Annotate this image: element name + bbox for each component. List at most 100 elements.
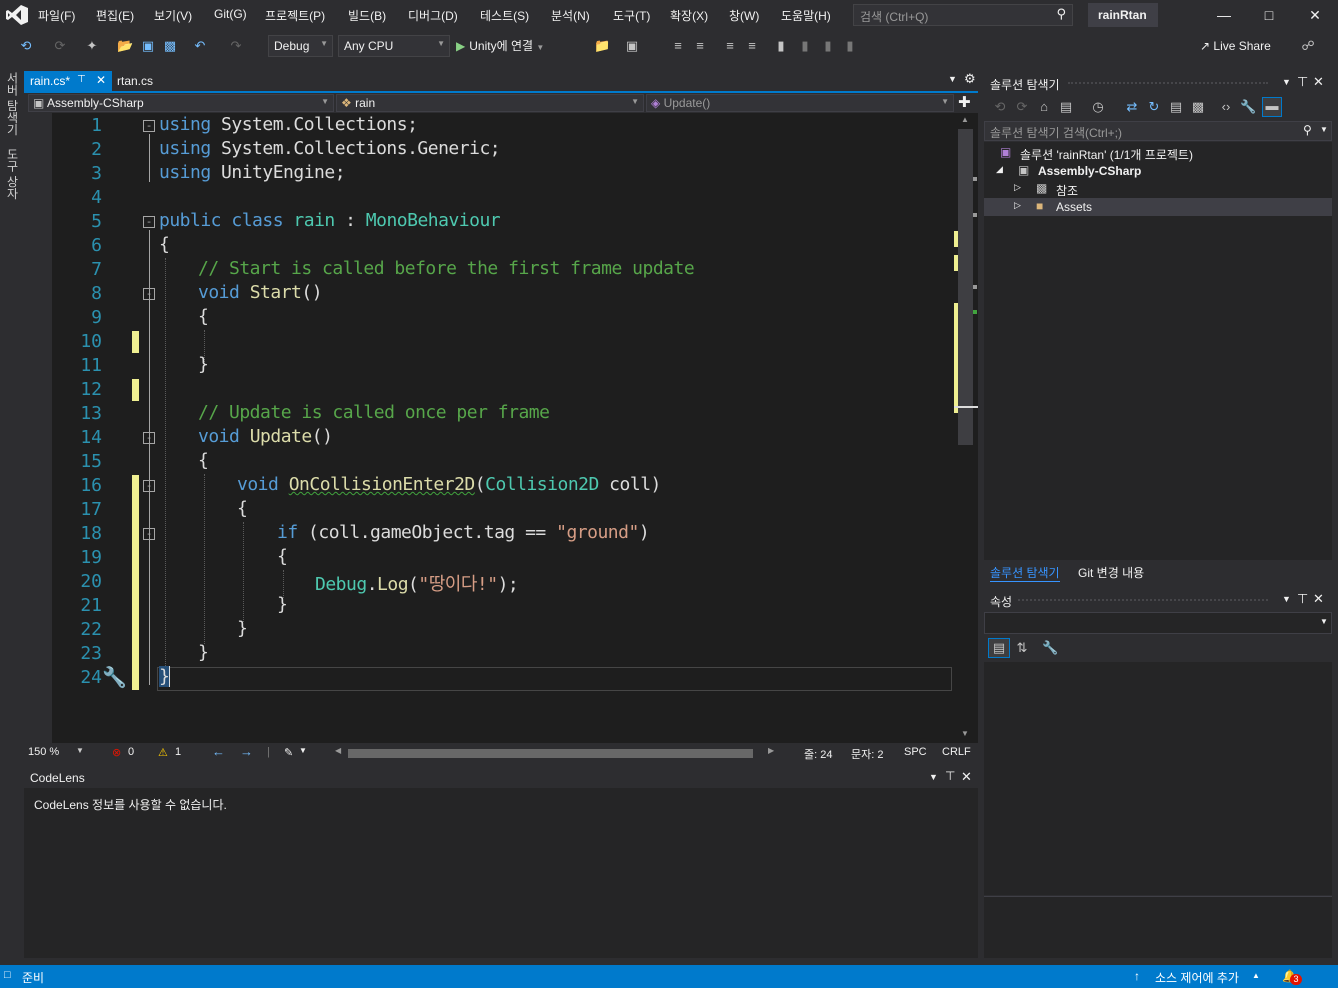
close-tab-icon[interactable]: ✕ xyxy=(96,73,106,87)
menu-project[interactable]: 프로젝트(P) xyxy=(265,7,325,24)
quick-actions-screwdriver-icon[interactable]: 🔧 xyxy=(102,665,127,690)
scroll-right-icon[interactable]: ▶ xyxy=(768,746,774,755)
panel-menu-icon[interactable]: ▼ xyxy=(929,772,938,782)
close-icon[interactable]: ✕ xyxy=(1305,6,1325,24)
pin-icon[interactable]: ⊤ xyxy=(945,769,955,783)
collapse-icon[interactable]: - xyxy=(143,216,155,228)
error-count[interactable]: 0 xyxy=(128,746,134,758)
code-editor[interactable] xyxy=(24,113,954,743)
save-icon[interactable]: ▣ xyxy=(140,38,156,54)
horizontal-scrollbar-thumb[interactable] xyxy=(348,749,753,758)
forward-icon[interactable]: ⟳ xyxy=(52,38,68,54)
error-icon[interactable]: ⊗ xyxy=(112,746,121,759)
menu-test[interactable]: 테스트(S) xyxy=(480,7,529,24)
collapse-all-icon[interactable]: ▤ xyxy=(1168,99,1184,115)
show-all-files-icon[interactable]: ▩ xyxy=(1190,99,1206,115)
format-icon[interactable]: ≡ xyxy=(692,38,708,54)
new-project-icon[interactable]: ✦ xyxy=(84,38,100,54)
split-editor-icon[interactable]: ✚ xyxy=(958,93,971,111)
collapse-icon[interactable]: - xyxy=(143,120,155,132)
alphabetical-icon[interactable]: ⇅ xyxy=(1014,640,1030,656)
properties-wrench-icon[interactable]: 🔧 xyxy=(1240,99,1256,115)
configuration-dropdown[interactable]: Debug ▼ xyxy=(268,35,333,57)
refresh-icon[interactable]: ↻ xyxy=(1146,99,1162,115)
zoom-level[interactable]: 150 % xyxy=(28,746,59,758)
chevron-down-icon[interactable]: ▼ xyxy=(76,746,84,755)
forward-icon[interactable]: ⟳ xyxy=(1014,99,1030,115)
view-code-icon[interactable]: ‹› xyxy=(1218,99,1234,115)
comment-icon[interactable]: ≡ xyxy=(722,38,738,54)
settings-gear-icon[interactable]: ⚙ xyxy=(964,71,976,87)
categorized-icon[interactable]: ▤ xyxy=(988,638,1010,658)
warning-count[interactable]: 1 xyxy=(175,746,181,758)
redo-icon[interactable]: ↷ xyxy=(228,38,244,54)
step-icon[interactable]: ≡ xyxy=(670,38,686,54)
next-issue-icon[interactable]: → xyxy=(240,744,253,759)
menu-git[interactable]: Git(G) xyxy=(214,7,247,21)
platform-dropdown[interactable]: Any CPU ▼ xyxy=(338,35,450,57)
folder-search-icon[interactable]: 📁 xyxy=(594,38,610,54)
chevron-up-icon[interactable]: ▲ xyxy=(1252,971,1260,980)
previous-issue-icon[interactable]: ← xyxy=(212,744,225,759)
menu-build[interactable]: 빌드(B) xyxy=(348,7,386,24)
back-icon[interactable]: ⟲ xyxy=(992,99,1008,115)
chevron-down-icon[interactable]: ▼ xyxy=(1320,617,1328,626)
close-icon[interactable]: ✕ xyxy=(1313,591,1324,607)
menu-tools[interactable]: 도구(T) xyxy=(613,7,650,24)
close-icon[interactable]: ✕ xyxy=(961,769,972,785)
pin-icon[interactable]: ⊤ xyxy=(1297,591,1308,607)
maximize-icon[interactable]: □ xyxy=(1259,6,1279,24)
sync-icon[interactable]: ⇄ xyxy=(1124,99,1140,115)
menu-analyze[interactable]: 분석(N) xyxy=(551,7,590,24)
close-icon[interactable]: ✕ xyxy=(1313,74,1324,90)
menu-extensions[interactable]: 확장(X) xyxy=(670,7,708,24)
output-icon[interactable]: □ xyxy=(4,969,11,981)
warning-icon[interactable]: ⚠ xyxy=(158,746,168,759)
scroll-up-icon[interactable]: ▲ xyxy=(961,115,969,124)
attach-unity-button[interactable]: ▶ Unity에 연결 ▼ xyxy=(456,37,544,54)
pin-icon[interactable]: ⊤ xyxy=(77,74,86,85)
preview-selected-icon[interactable]: ▬ xyxy=(1262,97,1282,117)
solution-explorer-search-input[interactable]: 솔루션 탐색기 검색(Ctrl+;) ⚲ ▼ xyxy=(984,121,1332,141)
panel-menu-icon[interactable]: ▼ xyxy=(1282,77,1291,87)
menu-view[interactable]: 보기(V) xyxy=(154,7,192,24)
uncomment-icon[interactable]: ≡ xyxy=(744,38,760,54)
expanded-arrow-icon[interactable]: ◢ xyxy=(996,164,1003,175)
menu-debug[interactable]: 디버그(D) xyxy=(408,7,458,24)
line-indicator[interactable]: 줄: 24 xyxy=(804,746,832,762)
open-folder-icon[interactable]: 📂 xyxy=(117,38,133,54)
project-dropdown[interactable]: ▣ Assembly-CSharp ▼ xyxy=(28,94,334,112)
scrollbar-thumb[interactable] xyxy=(958,129,973,445)
scroll-left-icon[interactable]: ◀ xyxy=(335,746,341,755)
line-ending-indicator[interactable]: CRLF xyxy=(942,746,971,758)
tree-item-solution[interactable]: ▣ 솔루션 'rainRtan' (1/1개 프로젝트) xyxy=(984,144,1332,162)
class-dropdown[interactable]: ❖ rain ▼ xyxy=(336,94,644,112)
pin-icon[interactable]: ⊤ xyxy=(1297,74,1308,90)
scroll-down-icon[interactable]: ▼ xyxy=(961,729,969,738)
screenshot-icon[interactable]: ▣ xyxy=(624,38,640,54)
next-bookmark-icon[interactable]: ▮ xyxy=(820,38,836,54)
tab-rain-cs[interactable]: rain.cs* ⊤ ✕ xyxy=(24,71,112,92)
server-explorer-tab[interactable]: 서버 탐색기 xyxy=(4,72,21,135)
global-search-input[interactable]: 검색 (Ctrl+Q) ⚲ xyxy=(853,4,1073,26)
live-share-button[interactable]: ↗ Live Share xyxy=(1200,39,1271,53)
chevron-down-icon[interactable]: ▼ xyxy=(1320,125,1328,134)
tab-rtan-cs[interactable]: rtan.cs xyxy=(117,74,153,88)
tree-item-references[interactable]: ▷ ▩ 참조 xyxy=(984,180,1332,198)
menu-file[interactable]: 파일(F) xyxy=(38,7,75,24)
pending-changes-filter-icon[interactable]: ◷ xyxy=(1090,99,1106,115)
clear-bookmark-icon[interactable]: ▮ xyxy=(842,38,858,54)
tree-item-assets[interactable]: ▷ ■ Assets xyxy=(984,198,1332,216)
tab-solution-explorer[interactable]: 솔루션 탐색기 xyxy=(990,564,1060,582)
property-pages-wrench-icon[interactable]: 🔧 xyxy=(1042,640,1058,656)
home-icon[interactable]: ⌂ xyxy=(1036,99,1052,115)
save-all-icon[interactable]: ▩ xyxy=(162,38,178,54)
tab-git-changes[interactable]: Git 변경 내용 xyxy=(1078,564,1144,581)
minimize-icon[interactable]: — xyxy=(1214,6,1234,24)
collapsed-arrow-icon[interactable]: ▷ xyxy=(1014,200,1021,211)
undo-icon[interactable]: ↶ xyxy=(192,38,208,54)
whitespace-indicator[interactable]: SPC xyxy=(904,746,927,758)
back-icon[interactable]: ⟲ xyxy=(18,38,34,54)
switch-views-icon[interactable]: ▤ xyxy=(1058,99,1074,115)
prev-bookmark-icon[interactable]: ▮ xyxy=(797,38,813,54)
